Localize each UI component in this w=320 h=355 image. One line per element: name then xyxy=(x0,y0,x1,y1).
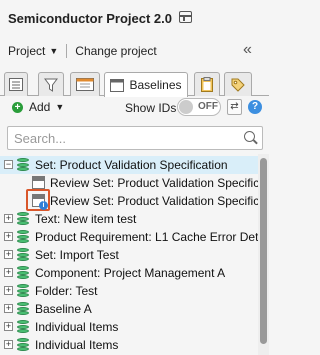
tree-row-label: Individual Items xyxy=(35,338,119,352)
tab-bar: Baselines xyxy=(0,70,269,97)
info-badge-icon: i xyxy=(39,201,48,210)
panel-layout-icon[interactable] xyxy=(179,11,192,23)
database-icon xyxy=(17,230,29,243)
tree-row-label: Text: New item test xyxy=(35,212,137,226)
database-icon xyxy=(17,266,29,279)
collapse-panel-icon[interactable]: « xyxy=(243,41,252,59)
search-icon[interactable] xyxy=(244,131,255,142)
tree-row[interactable]: + Baseline A xyxy=(0,300,258,318)
expand-icon[interactable]: + xyxy=(4,286,13,295)
list-icon xyxy=(9,78,23,91)
database-icon xyxy=(17,212,29,225)
database-icon xyxy=(17,338,29,351)
refresh-icon: ⇄ xyxy=(230,101,239,112)
show-ids-toggle[interactable]: OFF xyxy=(177,98,221,116)
database-icon xyxy=(17,158,29,171)
tree-scrollbar[interactable] xyxy=(258,154,269,355)
expand-icon[interactable]: + xyxy=(4,232,13,241)
tab-list[interactable] xyxy=(4,72,28,96)
expand-icon[interactable]: + xyxy=(4,304,13,313)
tab-baselines[interactable]: Baselines xyxy=(104,72,188,97)
tree-row[interactable]: + Text: New item test xyxy=(0,210,258,228)
database-icon xyxy=(17,284,29,297)
expand-icon[interactable]: + xyxy=(4,268,13,277)
tree-row[interactable]: + Set: Import Test xyxy=(0,246,258,264)
title-bar: Semiconductor Project 2.0 xyxy=(0,0,269,36)
expand-icon[interactable]: + xyxy=(4,322,13,331)
search-input[interactable] xyxy=(8,127,228,149)
tab-calendar[interactable] xyxy=(70,72,100,96)
show-ids-label: Show IDs xyxy=(125,101,177,115)
tab-clipboard[interactable] xyxy=(194,72,220,96)
clipboard-icon xyxy=(201,77,213,92)
project-menu-label: Project xyxy=(8,44,46,58)
tree-row-label: Baseline A xyxy=(35,302,92,316)
collapse-icon[interactable]: − xyxy=(4,160,13,169)
add-button-label: Add xyxy=(29,100,51,114)
database-icon xyxy=(17,302,29,315)
tree-row[interactable]: + Folder: Test xyxy=(0,282,258,300)
toolbar: + Add ▼ Show IDs OFF ⇄ ? xyxy=(0,96,269,120)
project-menu-button[interactable]: Project ▼ xyxy=(8,44,58,58)
window-title: Semiconductor Project 2.0 xyxy=(8,10,172,26)
tab-filter[interactable] xyxy=(38,72,64,96)
tree-row[interactable]: + Product Requirement: L1 Cache Error Det… xyxy=(0,228,258,246)
tab-baselines-label: Baselines xyxy=(129,78,182,92)
expand-icon[interactable]: + xyxy=(4,214,13,223)
filter-icon xyxy=(44,78,58,92)
caret-down-icon: ▼ xyxy=(55,102,65,112)
tree-row-label: Individual Items xyxy=(35,320,119,334)
add-button[interactable]: + Add ▼ xyxy=(12,100,64,114)
scrollbar-thumb[interactable] xyxy=(260,158,267,344)
search-box xyxy=(7,126,263,150)
database-icon xyxy=(17,248,29,261)
tree-row-label: Set: Import Test xyxy=(35,248,119,262)
database-icon xyxy=(17,320,29,333)
tree-row-label: Set: Product Validation Specification xyxy=(35,158,228,172)
refresh-button[interactable]: ⇄ xyxy=(227,99,242,115)
tag-icon xyxy=(231,78,245,92)
baseline-icon xyxy=(110,78,125,92)
help-button[interactable]: ? xyxy=(248,100,262,114)
project-bar: Project ▼ Change project « xyxy=(0,36,269,66)
tree-row[interactable]: + Individual Items xyxy=(0,318,258,336)
tree-row[interactable]: − Set: Product Validation Specification xyxy=(0,156,258,174)
tree-row-label: Review Set: Product Validation Specifica… xyxy=(50,194,258,208)
toggle-state: OFF xyxy=(198,101,218,112)
divider xyxy=(66,44,68,58)
tree-row-label: Review Set: Product Validation Specifica… xyxy=(50,176,258,190)
review-set-icon xyxy=(32,176,45,189)
change-project-link[interactable]: Change project xyxy=(75,44,156,58)
plus-icon: + xyxy=(12,101,23,113)
caret-down-icon: ▼ xyxy=(49,46,59,56)
help-icon: ? xyxy=(251,101,259,112)
baseline-tree: − Set: Product Validation Specification Re… xyxy=(0,154,258,355)
expand-icon[interactable]: + xyxy=(4,340,13,349)
tree-row-label: Product Requirement: L1 Cache Error Dete… xyxy=(35,230,258,244)
expand-icon[interactable]: + xyxy=(4,250,13,259)
tab-tags[interactable] xyxy=(224,72,252,96)
toggle-knob xyxy=(179,100,193,114)
tree-row[interactable]: + Component: Project Management A xyxy=(0,264,258,282)
calendar-icon xyxy=(76,78,94,91)
tree-row-label: Component: Project Management A xyxy=(35,266,226,280)
tree-row-label: Folder: Test xyxy=(35,284,98,298)
tree-row[interactable]: + Individual Items xyxy=(0,336,258,354)
